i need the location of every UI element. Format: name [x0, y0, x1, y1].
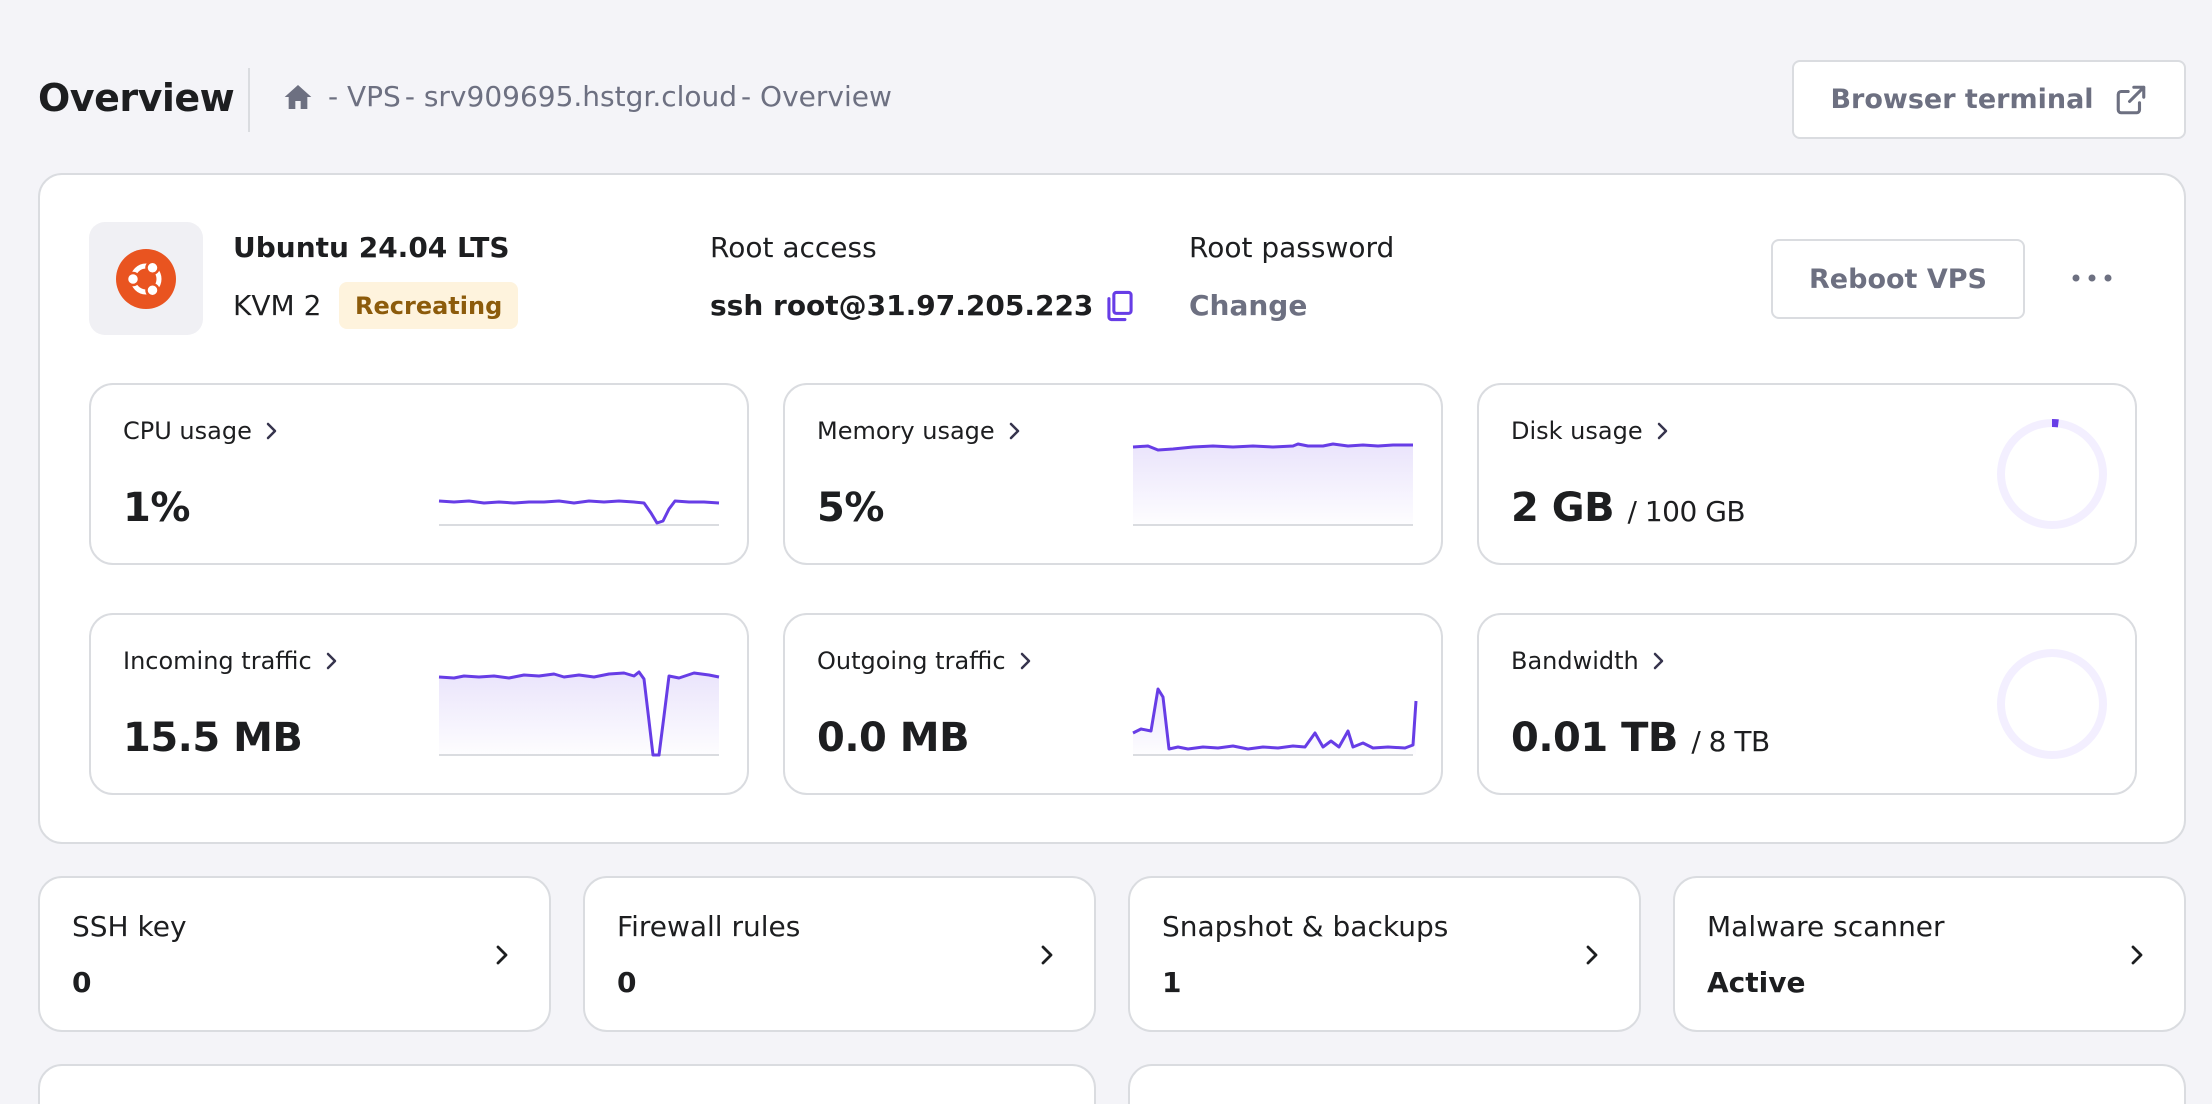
incoming-traffic-label: Incoming traffic	[123, 647, 340, 675]
ssh-key-label: SSH key	[72, 910, 187, 943]
cpu-usage-label-text: CPU usage	[123, 417, 252, 445]
outgoing-traffic-label: Outgoing traffic	[817, 647, 1034, 675]
bottom-card-right	[1128, 1064, 2186, 1104]
outgoing-traffic-value: 0.0 MB	[817, 715, 970, 761]
malware-scanner-label: Malware scanner	[1707, 910, 1945, 943]
firewall-rules-label: Firewall rules	[617, 910, 801, 943]
ssh-key-value: 0	[72, 966, 92, 999]
incoming-traffic-card[interactable]: Incoming traffic 15.5 MB	[89, 613, 749, 795]
breadcrumb-current: - Overview	[741, 80, 892, 113]
malware-scanner-value: Active	[1707, 966, 1806, 999]
chevron-right-icon	[1586, 945, 1598, 965]
cpu-usage-label: CPU usage	[123, 417, 280, 445]
snapshot-backups-label: Snapshot & backups	[1162, 910, 1449, 943]
os-name: Ubuntu 24.04 LTS	[233, 231, 510, 264]
ubuntu-logo-icon	[116, 248, 176, 309]
memory-usage-label-text: Memory usage	[817, 417, 995, 445]
disk-usage-label: Disk usage	[1511, 417, 1671, 445]
malware-scanner-tile[interactable]: Malware scanner Active	[1673, 876, 2186, 1032]
disk-usage-value: 2 GB / 100 GB	[1511, 485, 1746, 531]
chevron-right-icon	[1653, 652, 1664, 670]
ssh-command: ssh root@31.97.205.223	[710, 289, 1135, 322]
chevron-right-icon	[326, 652, 336, 670]
firewall-rules-tile[interactable]: Firewall rules 0	[583, 876, 1096, 1032]
page-header: Overview - VPS - srv909695.hstgr.cloud -…	[0, 0, 2212, 200]
bandwidth-total: / 8 TB	[1691, 725, 1770, 758]
root-access-label: Root access	[710, 231, 877, 264]
disk-usage-label-text: Disk usage	[1511, 417, 1643, 445]
disk-usage-donut	[1997, 419, 2107, 529]
outgoing-traffic-sparkline	[1132, 687, 1418, 756]
bandwidth-donut	[1997, 649, 2107, 759]
bottom-card-left	[38, 1064, 1096, 1104]
plan-name: KVM 2	[233, 289, 322, 322]
more-icon[interactable]	[2070, 271, 2114, 285]
cpu-usage-value: 1%	[123, 485, 190, 531]
status-badge: Recreating	[339, 282, 519, 329]
incoming-traffic-value: 15.5 MB	[123, 715, 303, 761]
cpu-usage-card[interactable]: CPU usage 1%	[89, 383, 749, 565]
memory-usage-label: Memory usage	[817, 417, 1023, 445]
breadcrumb-vps[interactable]: - VPS	[328, 80, 401, 113]
bandwidth-label: Bandwidth	[1511, 647, 1667, 675]
memory-usage-value: 5%	[817, 485, 884, 531]
bandwidth-value: 0.01 TB / 8 TB	[1511, 715, 1770, 761]
chevron-right-icon	[1020, 652, 1030, 670]
os-logo	[89, 222, 203, 335]
chevron-right-icon	[1657, 422, 1667, 440]
memory-usage-card[interactable]: Memory usage 5%	[783, 383, 1443, 565]
home-icon[interactable]	[282, 81, 314, 113]
cpu-usage-sparkline	[438, 499, 720, 526]
browser-terminal-label: Browser terminal	[1830, 84, 2094, 115]
chevron-right-icon	[1009, 422, 1019, 440]
chevron-right-icon	[266, 422, 277, 440]
bandwidth-used: 0.01 TB	[1511, 715, 1678, 761]
chevron-right-icon	[2131, 945, 2143, 965]
outgoing-traffic-card[interactable]: Outgoing traffic 0.0 MB	[783, 613, 1443, 795]
title-divider	[248, 68, 250, 132]
breadcrumb: - VPS - srv909695.hstgr.cloud - Overview	[282, 80, 892, 113]
chevron-right-icon	[496, 945, 508, 965]
browser-terminal-button[interactable]: Browser terminal	[1792, 60, 2186, 139]
snapshot-backups-value: 1	[1162, 966, 1182, 999]
firewall-rules-value: 0	[617, 966, 637, 999]
change-password-link[interactable]: Change	[1189, 289, 1307, 322]
incoming-traffic-label-text: Incoming traffic	[123, 647, 312, 675]
disk-used: 2 GB	[1511, 485, 1615, 531]
bandwidth-label-text: Bandwidth	[1511, 647, 1639, 675]
outgoing-traffic-label-text: Outgoing traffic	[817, 647, 1006, 675]
breadcrumb-server[interactable]: - srv909695.hstgr.cloud	[405, 80, 737, 113]
root-password-label: Root password	[1189, 231, 1395, 264]
external-link-icon	[2116, 85, 2145, 114]
reboot-vps-button[interactable]: Reboot VPS	[1771, 239, 2025, 319]
copy-icon[interactable]	[1105, 290, 1135, 322]
ssh-key-tile[interactable]: SSH key 0	[38, 876, 551, 1032]
ssh-command-text: ssh root@31.97.205.223	[710, 289, 1094, 322]
disk-total: / 100 GB	[1627, 495, 1746, 528]
snapshot-backups-tile[interactable]: Snapshot & backups 1	[1128, 876, 1641, 1032]
chevron-right-icon	[1041, 945, 1053, 965]
page-title: Overview	[38, 76, 235, 120]
server-overview-card: Ubuntu 24.04 LTS KVM 2 Recreating Root a…	[38, 173, 2186, 844]
bandwidth-card[interactable]: Bandwidth 0.01 TB / 8 TB	[1477, 613, 2137, 795]
disk-usage-card[interactable]: Disk usage 2 GB / 100 GB	[1477, 383, 2137, 565]
memory-usage-sparkline	[1132, 442, 1413, 526]
incoming-traffic-sparkline	[438, 670, 720, 757]
